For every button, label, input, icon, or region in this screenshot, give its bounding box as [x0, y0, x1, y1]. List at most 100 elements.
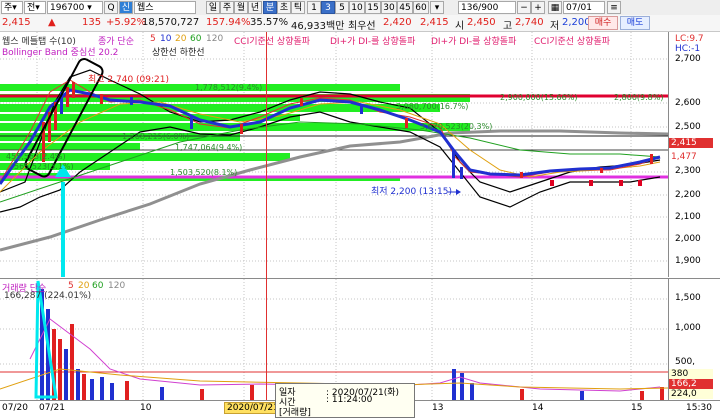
volume-ratio-tag: 224,0: [669, 389, 713, 399]
stock-code-input[interactable]: 196700 ▾: [47, 1, 103, 14]
tooltip-time-value: : 11:24:00: [326, 395, 373, 405]
level-note: 455,563(2.4%): [6, 152, 66, 161]
volume-ratio: 157.94%: [206, 17, 251, 28]
signal-di-2: DI+가 DI-를 상향돌파: [431, 37, 517, 47]
ma-legend-10: 10: [160, 34, 172, 44]
interval-button-10[interactable]: 10: [349, 1, 365, 14]
open-price: 2,450: [467, 17, 496, 28]
period-year-button[interactable]: 년: [248, 1, 262, 14]
ma-price-tag: 1,477: [669, 152, 713, 162]
volume-scale[interactable]: 1,500 1,000 500, 380 166,2 224,0: [668, 278, 720, 401]
interval-button-60[interactable]: 60: [413, 1, 429, 14]
minus-icon: −: [520, 3, 528, 13]
interval-button-30[interactable]: 30: [381, 1, 397, 14]
time-tick: 15:30: [686, 403, 712, 413]
crosshair-line: [266, 32, 267, 400]
sell-label: 매도: [626, 18, 644, 28]
interval-button-5[interactable]: 5: [335, 1, 349, 14]
hc-label: HC:-1: [675, 44, 701, 54]
interval-label: 45: [399, 3, 411, 13]
interval-label: 1: [311, 3, 317, 13]
open-label: 시: [455, 21, 465, 32]
crosshair-tooltip: 일자 : 2020/07/21(화) 시간 : 11:24:00 [거래량]: [275, 383, 415, 418]
crosshair-date-tag: 2020/07/21: [224, 402, 282, 414]
menu-icon: ≡: [610, 3, 618, 13]
zoom-in-button[interactable]: +: [531, 1, 545, 14]
volume-legend-120: 120: [108, 281, 126, 291]
price-tick: 2,500: [675, 122, 701, 132]
interval-button-3[interactable]: 3: [321, 1, 335, 14]
market-label: 전: [27, 3, 36, 13]
interval-button-45[interactable]: 45: [397, 1, 413, 14]
buy-button[interactable]: 매수: [588, 16, 618, 30]
current-price: 2,415: [2, 17, 31, 28]
period-month-label: 월: [236, 3, 246, 13]
low-price: 2,200: [562, 17, 591, 28]
ma-legend-5: 5: [150, 34, 156, 44]
period-minute-button[interactable]: 분: [263, 1, 277, 14]
level-note: 565,523(3.1%): [14, 162, 74, 171]
stock-name-field[interactable]: 웹스: [134, 1, 196, 14]
date-value: 07/01: [566, 3, 592, 13]
volume-tick: 500,: [675, 357, 696, 367]
volume-legend-5: 5: [68, 281, 74, 291]
interval-label: 10: [351, 3, 363, 13]
interval-label: 30: [383, 3, 395, 13]
interval-button-15[interactable]: 15: [365, 1, 381, 14]
level-note: 3,080,700(16.7%): [396, 102, 469, 111]
price-tick: 2,100: [675, 212, 701, 222]
high-annotation: 최고 2,740 (09:21): [88, 75, 170, 85]
limit-legend: 상한선 하한선: [152, 48, 205, 58]
volume-current-tag: 166,2: [669, 379, 713, 389]
period-tick-label: 틱: [293, 3, 303, 13]
volume-tick: 1,500: [675, 293, 701, 303]
period-week-button[interactable]: 주: [220, 1, 234, 14]
signal-cci-1: CCI기준선 상향돌파: [234, 37, 311, 47]
zoom-out-button[interactable]: −: [517, 1, 531, 14]
chart-kind-label: 주: [4, 3, 13, 13]
data-count-field[interactable]: 136/900: [458, 1, 516, 14]
turnover-rate: 35.57%: [250, 17, 289, 28]
toolbar: 주▾ 전▾ 196700 ▾ Q 신 웹스 일 주 월 년 분 초 틱 1 3 …: [0, 0, 720, 16]
signal-di-1: DI+가 DI-를 상향돌파: [330, 37, 416, 47]
chevron-down-icon: ▾: [434, 3, 440, 13]
market-select[interactable]: 전▾: [24, 1, 46, 14]
signal-cci-2: CCI기준선 상향돌파: [534, 37, 611, 47]
volume-total: 18,570,727: [142, 17, 200, 28]
level-note: 1,747,064(9.4%): [175, 143, 243, 152]
period-tick-button[interactable]: 틱: [291, 1, 305, 14]
volume-tick: 1,000: [675, 323, 701, 333]
sell-button[interactable]: 매도: [620, 16, 650, 30]
period-day-button[interactable]: 일: [206, 1, 220, 14]
period-minute-label: 분: [265, 3, 275, 13]
date-input[interactable]: 07/01: [563, 1, 605, 14]
low-label: 저: [550, 21, 560, 32]
level-note: 2,800(9.8%): [614, 93, 664, 102]
window-menu-button[interactable]: ≡: [607, 1, 621, 14]
interval-label: 5: [339, 3, 345, 13]
time-tick: 07/21: [39, 403, 65, 413]
time-tick: 13: [432, 403, 444, 413]
current-price-tag: 2,415: [669, 138, 713, 148]
ma-legend-120: 120: [206, 34, 224, 44]
price-tick: 2,200: [675, 190, 701, 200]
credit-badge[interactable]: 신: [119, 1, 133, 14]
low-marker-arrow: [456, 189, 461, 195]
stock-code-value: 196700: [50, 3, 85, 13]
calendar-button[interactable]: ▦: [548, 1, 562, 14]
period-month-button[interactable]: 월: [234, 1, 248, 14]
search-icon: Q: [107, 3, 115, 13]
price-scale[interactable]: LC:9.7 HC:-1 2,700 2,600 2,500 2,415 1,4…: [668, 32, 720, 277]
chart-kind-select[interactable]: 주▾: [1, 1, 23, 14]
period-second-button[interactable]: 초: [277, 1, 291, 14]
volume-info: 166,287 (224.01%): [4, 291, 92, 301]
search-button[interactable]: Q: [104, 1, 118, 14]
time-tick: 15: [631, 403, 643, 413]
data-count-value: 136/900: [461, 3, 499, 13]
plus-icon: +: [534, 3, 542, 13]
interval-button-1[interactable]: 1: [307, 1, 321, 14]
interval-dropdown-button[interactable]: ▾: [430, 1, 444, 14]
high-price: 2,740: [515, 17, 544, 28]
price-chart-pane[interactable]: 웹스 메틀탭 수(10) 종가 단순 5 10 20 60 120 CCI기준선…: [0, 32, 669, 402]
price-change: 135: [82, 17, 102, 28]
